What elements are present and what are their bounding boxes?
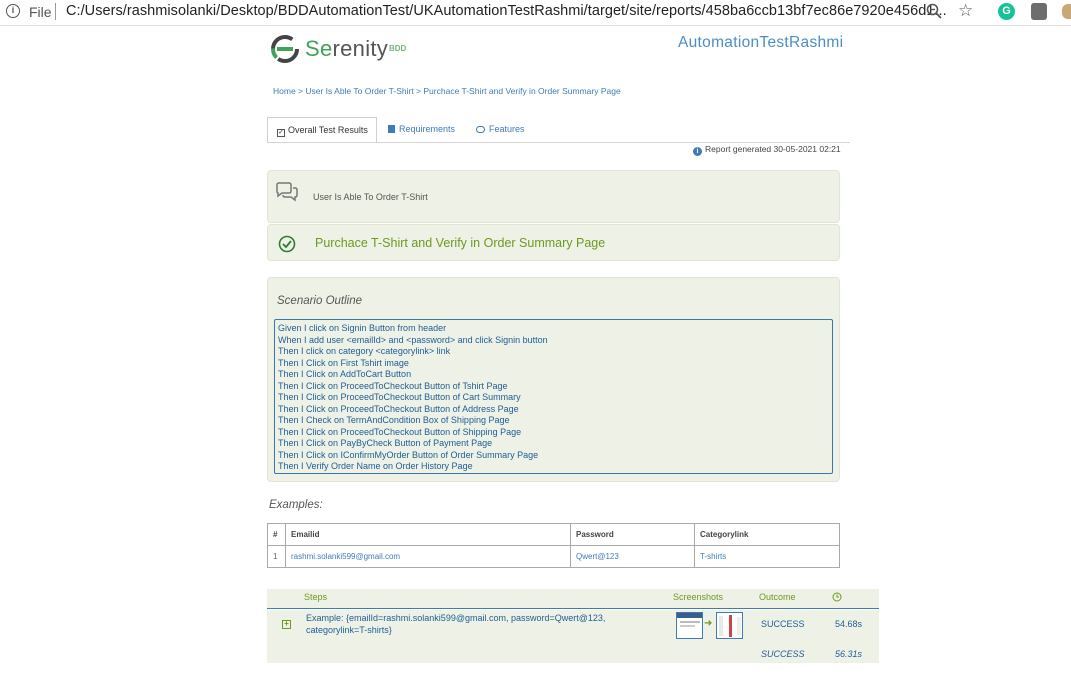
- outline-step: Then I Click on First Tshirt image: [278, 357, 409, 368]
- url-field[interactable]: C:/Users/rashmisolanki/Desktop/BDDAutoma…: [66, 3, 947, 19]
- table-row[interactable]: 1 rashmi.solanki599@gmail.com Qwert@123 …: [267, 545, 840, 568]
- extension-icon[interactable]: [1031, 3, 1047, 20]
- examples-cell: 1: [267, 545, 286, 568]
- comments-icon: [476, 126, 485, 133]
- tab-features-label: Features: [489, 124, 525, 134]
- logo-brand-se: Se: [305, 36, 333, 61]
- example-duration: 54.68s: [835, 619, 863, 629]
- serenity-logo-text: Serenity: [305, 36, 388, 62]
- examples-header-cell: Password: [570, 523, 695, 546]
- comments-icon: [276, 182, 298, 202]
- examples-header-cell: Categorylink: [694, 523, 840, 546]
- info-circle-icon: i: [693, 147, 702, 156]
- profile-extension-icon[interactable]: [1062, 4, 1071, 19]
- grammarly-extension-icon[interactable]: G: [998, 3, 1015, 20]
- scenario-title: Purchace T-Shirt and Verify in Order Sum…: [315, 236, 606, 250]
- report-generated: i Report generated 30-05-2021 02:21: [693, 144, 841, 156]
- expand-plus-icon[interactable]: +: [282, 620, 291, 629]
- scenario-outline-label: Scenario Outline: [277, 295, 363, 307]
- outline-step: Then I Click on PayByCheck Button of Pay…: [278, 438, 493, 448]
- bookmark-star-icon[interactable]: ☆: [958, 2, 973, 20]
- report-generated-text: Report generated 30-05-2021 02:21: [705, 144, 841, 154]
- outline-step: Then I Click on AddToCart Button: [278, 369, 412, 379]
- screenshots-column-header: Screenshots: [673, 592, 724, 602]
- examples-table: # Emailid Password Categorylink 1 rashmi…: [267, 523, 840, 568]
- checkbox-icon: ✓: [277, 129, 285, 137]
- story-title: User Is Able To Order T-Shirt: [313, 192, 428, 202]
- tab-requirements-label: Requirements: [399, 124, 456, 134]
- total-duration: 56.31s: [835, 649, 863, 659]
- outline-step: Then I click on category <categorylink> …: [278, 346, 451, 356]
- outline-step: When I add user <emailId> and <password>…: [278, 334, 548, 345]
- file-label: File: [29, 4, 52, 20]
- logo-bdd-label: BDD: [389, 44, 407, 53]
- examples-cell: T-shirts: [694, 545, 840, 568]
- outline-step: Then I Check on TermAndCondition Box of …: [278, 415, 510, 425]
- examples-header-cell: Emailid: [285, 523, 571, 546]
- example-outcome: SUCCESS: [761, 619, 805, 629]
- examples-cell: rashmi.solanki599@gmail.com: [285, 545, 571, 568]
- screenshot-thumbnail[interactable]: [676, 612, 703, 639]
- check-circle-icon: [278, 235, 296, 253]
- examples-label: Examples:: [269, 499, 323, 511]
- outline-step: Then I Click on ProceedToCheckout Button…: [278, 392, 521, 402]
- browser-address-bar: i File C:/Users/rashmisolanki/Desktop/BD…: [0, 0, 1071, 26]
- example-step-text[interactable]: Example: {emailId=rashmi.solanki599@gmai…: [306, 613, 666, 636]
- steps-column-header: Steps: [304, 592, 328, 602]
- tab-overall-test-results[interactable]: ✓ Overall Test Results: [267, 117, 377, 143]
- outline-step: Then I Click on ProceedToCheckout Button…: [278, 403, 519, 414]
- outline-step: Then I Click on IConfirmMyOrder Button o…: [278, 449, 539, 460]
- zoom-out-icon[interactable]: [926, 3, 942, 19]
- outline-step: Then I Click on ProceedToCheckout Button…: [278, 380, 508, 391]
- outline-steps-box: Given I click on Signin Button from head…: [274, 319, 833, 474]
- examples-header-cell: #: [267, 523, 286, 546]
- outline-step: Given I click on Signin Button from head…: [278, 323, 447, 333]
- clock-icon: [832, 592, 842, 602]
- outcome-column-header: Outcome: [759, 592, 796, 602]
- tab-requirements[interactable]: Requirements: [388, 117, 455, 143]
- logo-brand-rest: renity: [332, 36, 389, 61]
- examples-cell: Qwert@123: [570, 545, 695, 568]
- tab-features[interactable]: Features: [476, 117, 525, 143]
- total-outcome: SUCCESS: [761, 649, 805, 659]
- screenshot-thumbnail[interactable]: [716, 612, 743, 639]
- project-name: AutomationTestRashmi: [678, 34, 844, 51]
- examples-header-row: # Emailid Password Categorylink: [267, 523, 840, 546]
- address-separator: [55, 3, 56, 20]
- arrow-right-icon: ➜: [704, 618, 713, 629]
- outline-step: Then I Verify Order Name on Order Histor…: [278, 461, 473, 471]
- serenity-logo-icon: [271, 35, 299, 63]
- book-icon: [388, 125, 395, 133]
- tab-overall-label: Overall Test Results: [288, 125, 368, 135]
- breadcrumb[interactable]: Home > User Is Able To Order T-Shirt > P…: [273, 86, 621, 96]
- outline-step: Then I Click on ProceedToCheckout Button…: [278, 426, 522, 437]
- tab-divider: [267, 142, 850, 143]
- info-icon[interactable]: i: [6, 4, 20, 18]
